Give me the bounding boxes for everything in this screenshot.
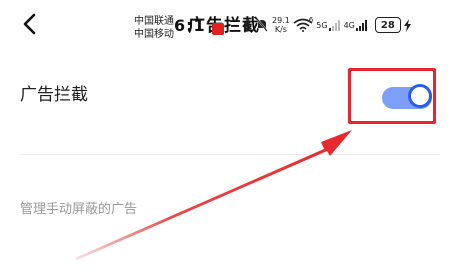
battery-indicator: 28 bbox=[374, 17, 401, 33]
network-speed-value: 29.1 bbox=[272, 16, 290, 25]
back-arrow-icon bbox=[23, 13, 36, 35]
status-bar: 中国联通 中国移动 6:1 广告拦截 29.1 K/s 6 5G 4G 28 bbox=[0, 0, 460, 48]
status-icons: 29.1 K/s 6 5G 4G 28 bbox=[242, 14, 414, 36]
charging-icon bbox=[403, 18, 411, 32]
manage-blocked-ads-link[interactable]: 管理手动屏蔽的广告 bbox=[20, 198, 137, 217]
wifi-tag: 6 bbox=[308, 16, 314, 24]
ad-block-toggle[interactable] bbox=[382, 84, 432, 109]
carrier-1: 中国联通 bbox=[134, 16, 174, 27]
battery-level: 28 bbox=[380, 19, 395, 31]
toggle-knob bbox=[408, 84, 432, 108]
carrier-names: 中国联通 中国移动 bbox=[134, 15, 174, 41]
signal-4g-label: 4G bbox=[343, 20, 355, 30]
bluetooth-icon bbox=[242, 18, 252, 32]
back-button[interactable] bbox=[16, 10, 44, 38]
notification-badge bbox=[212, 23, 224, 35]
ad-block-label: 广告拦截 bbox=[20, 85, 88, 105]
carrier-2: 中国移动 bbox=[134, 29, 174, 40]
annotation-arrow-shape bbox=[75, 130, 352, 260]
signal-5g-icon: 5G bbox=[316, 19, 340, 31]
wifi-icon: 6 bbox=[293, 16, 314, 32]
divider bbox=[20, 154, 440, 155]
highlight-box bbox=[348, 68, 436, 124]
signal-5g-label: 5G bbox=[316, 20, 328, 30]
mute-bell-icon bbox=[255, 18, 269, 32]
network-speed: 29.1 K/s bbox=[272, 16, 290, 34]
ad-block-setting-row: 广告拦截 bbox=[0, 66, 460, 124]
network-speed-unit: K/s bbox=[274, 25, 287, 34]
signal-4g-icon: 4G bbox=[344, 19, 368, 31]
